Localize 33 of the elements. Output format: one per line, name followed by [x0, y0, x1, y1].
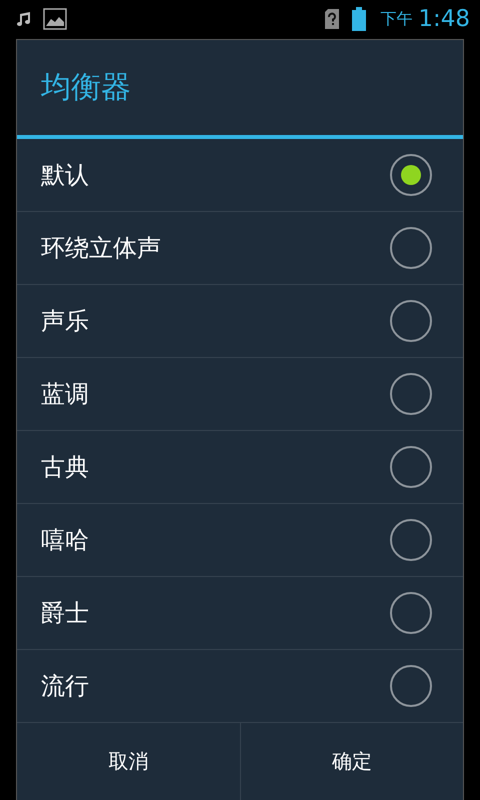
dialog-button[interactable]: 取消: [17, 723, 240, 800]
sim-card-icon: [324, 8, 340, 30]
option-label: 默认: [41, 160, 89, 191]
dialog-button[interactable]: 确定: [240, 723, 463, 800]
radio-button[interactable]: [390, 227, 432, 269]
radio-button[interactable]: [390, 592, 432, 634]
option-row[interactable]: 声乐: [17, 285, 463, 358]
option-row[interactable]: 蓝调: [17, 358, 463, 431]
option-row[interactable]: 爵士: [17, 577, 463, 650]
radio-button[interactable]: [390, 446, 432, 488]
option-row[interactable]: 环绕立体声: [17, 212, 463, 285]
option-label: 流行: [41, 671, 89, 702]
radio-button[interactable]: [390, 519, 432, 561]
clock-time: 1:48: [418, 6, 470, 32]
option-row[interactable]: 嘻哈: [17, 504, 463, 577]
battery-icon: [352, 7, 366, 31]
dialog-title: 均衡器: [41, 69, 131, 107]
option-label: 嘻哈: [41, 525, 89, 556]
image-icon: [43, 8, 67, 30]
option-label: 爵士: [41, 598, 89, 629]
radio-button[interactable]: [390, 154, 432, 196]
time-period: 下午: [380, 8, 412, 30]
option-row[interactable]: 默认: [17, 139, 463, 212]
option-label: 蓝调: [41, 379, 89, 410]
option-label: 环绕立体声: [41, 233, 161, 264]
option-row[interactable]: 流行: [17, 650, 463, 723]
option-label: 古典: [41, 452, 89, 483]
radio-button[interactable]: [390, 665, 432, 707]
radio-button[interactable]: [390, 300, 432, 342]
radio-button[interactable]: [390, 373, 432, 415]
option-row[interactable]: 古典: [17, 431, 463, 504]
music-note-icon: [17, 11, 31, 27]
option-label: 声乐: [41, 306, 89, 337]
